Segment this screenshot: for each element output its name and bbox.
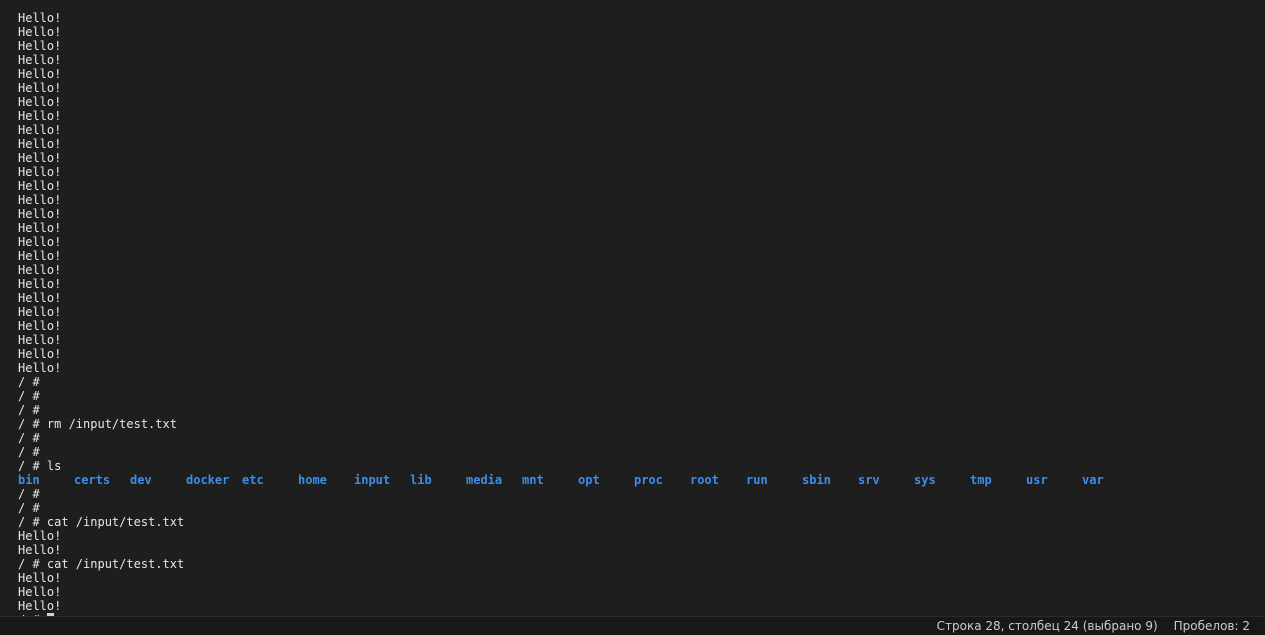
terminal-lines-after-ls: / # / # / # cat /input/test.txt Hello! Hello… bbox=[18, 487, 1265, 613]
ls-directory-entry: certs bbox=[74, 473, 111, 487]
terminal-line: / # bbox=[18, 487, 40, 501]
terminal-line: Hello! bbox=[18, 235, 62, 249]
terminal-line: Hello! bbox=[18, 165, 62, 179]
ls-output-row: bin certs dev docker etc home input lib media mnt… bbox=[18, 473, 1265, 487]
terminal-line: / # bbox=[18, 375, 40, 389]
ls-directory-entry: var bbox=[1082, 473, 1104, 487]
status-indentation[interactable]: Пробелов: 2 bbox=[1174, 617, 1250, 635]
terminal-line: Hello! bbox=[18, 599, 62, 613]
terminal-line: Hello! bbox=[18, 361, 62, 375]
terminal-panel[interactable]: Hello! Hello! Hello! Hello! Hello! Hello! Hell… bbox=[0, 0, 1265, 616]
terminal-line: / # rm /input/test.txt bbox=[18, 417, 177, 431]
ls-directory-entry: run bbox=[746, 473, 768, 487]
terminal-line: Hello! bbox=[18, 347, 62, 361]
ls-directory-entry: docker bbox=[186, 473, 230, 487]
ls-directory-entry: home bbox=[298, 473, 327, 487]
terminal-line: Hello! bbox=[18, 95, 62, 109]
ls-directory-entry: bin bbox=[18, 473, 40, 487]
terminal-line: / # bbox=[18, 445, 40, 459]
ls-directory-entry: root bbox=[690, 473, 719, 487]
terminal-line: Hello! bbox=[18, 529, 62, 543]
terminal-line: Hello! bbox=[18, 277, 62, 291]
ls-directory-entry: mnt bbox=[522, 473, 544, 487]
terminal-line: Hello! bbox=[18, 123, 62, 137]
ls-directory-entry: dev bbox=[130, 473, 152, 487]
terminal-line: / # cat /input/test.txt bbox=[18, 515, 185, 529]
terminal-line: Hello! bbox=[18, 39, 62, 53]
ls-directory-entry: proc bbox=[634, 473, 663, 487]
terminal-line: Hello! bbox=[18, 319, 62, 333]
ls-directory-entry: tmp bbox=[970, 473, 992, 487]
terminal-line: Hello! bbox=[18, 193, 62, 207]
terminal-line: Hello! bbox=[18, 109, 62, 123]
terminal-line: / # cat /input/test.txt bbox=[18, 557, 185, 571]
terminal-line: Hello! bbox=[18, 221, 62, 235]
terminal-line: / # ls bbox=[18, 459, 62, 473]
terminal-line: Hello! bbox=[18, 11, 62, 25]
ls-directory-entry: srv bbox=[858, 473, 880, 487]
terminal-line: Hello! bbox=[18, 249, 62, 263]
terminal-line: Hello! bbox=[18, 333, 62, 347]
status-bar-right: Строка 28, столбец 24 (выбрано 9) Пробел… bbox=[937, 617, 1250, 635]
status-cursor-position[interactable]: Строка 28, столбец 24 (выбрано 9) bbox=[937, 617, 1158, 635]
terminal-line: Hello! bbox=[18, 207, 62, 221]
terminal-lines-before-ls: Hello! Hello! Hello! Hello! Hello! Hello! Hell… bbox=[18, 11, 1265, 473]
terminal-line: Hello! bbox=[18, 25, 62, 39]
ls-directory-entry: etc bbox=[242, 473, 264, 487]
ls-directory-entry: opt bbox=[578, 473, 600, 487]
ls-directory-entry: media bbox=[466, 473, 503, 487]
terminal-line: Hello! bbox=[18, 53, 62, 67]
status-bar: Строка 28, столбец 24 (выбрано 9) Пробел… bbox=[0, 616, 1265, 635]
terminal-line: Hello! bbox=[18, 137, 62, 151]
terminal-line: / # bbox=[18, 501, 40, 515]
ls-directory-entry: input bbox=[354, 473, 391, 487]
terminal-line: Hello! bbox=[18, 291, 62, 305]
terminal-line: / # bbox=[18, 389, 40, 403]
ls-directory-entry: sys bbox=[914, 473, 936, 487]
terminal-line: Hello! bbox=[18, 543, 62, 557]
terminal-line: Hello! bbox=[18, 179, 62, 193]
ls-directory-entry: lib bbox=[410, 473, 432, 487]
terminal-output[interactable]: Hello! Hello! Hello! Hello! Hello! Hello! Hell… bbox=[18, 11, 1265, 616]
terminal-line: / # bbox=[18, 431, 40, 445]
terminal-line: Hello! bbox=[18, 151, 62, 165]
terminal-line: Hello! bbox=[18, 67, 62, 81]
terminal-line: Hello! bbox=[18, 585, 62, 599]
terminal-line: Hello! bbox=[18, 305, 62, 319]
terminal-line: Hello! bbox=[18, 81, 62, 95]
terminal-line: Hello! bbox=[18, 571, 62, 585]
terminal-line: / # bbox=[18, 403, 40, 417]
ls-directory-entry: sbin bbox=[802, 473, 831, 487]
terminal-line: Hello! bbox=[18, 263, 62, 277]
ls-directory-entry: usr bbox=[1026, 473, 1048, 487]
